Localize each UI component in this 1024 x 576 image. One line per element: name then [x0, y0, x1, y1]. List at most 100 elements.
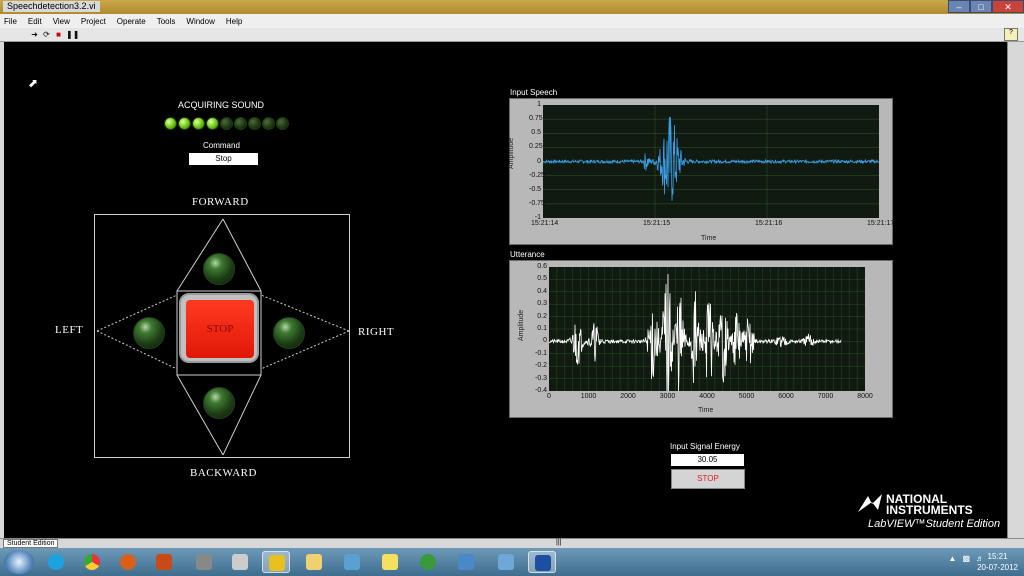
led-indicator [206, 117, 219, 130]
run-continuously-icon[interactable]: ⟳ [42, 30, 51, 39]
acquiring-led-array [164, 117, 289, 130]
x-tick-label: 15:21:14 [531, 220, 559, 227]
taskbar-firefox[interactable] [114, 551, 142, 573]
app-icon [232, 554, 248, 570]
y-tick-label: -0.25 [529, 171, 545, 179]
direction-pad: STOP [94, 214, 350, 458]
menu-help[interactable]: Help [226, 17, 242, 26]
y-tick-label: 0 [537, 157, 541, 165]
utterance-y-axis-label: Amplitude [518, 309, 525, 341]
menu-view[interactable]: View [53, 17, 70, 26]
left-led [133, 317, 165, 349]
utterance-graph: 0.6 0.5 0.4 0.3 0.2 0.1 0 -0.1 -0.2 -0.3 -0.4 0 100… [509, 260, 893, 418]
network-icon[interactable]: ▩ [962, 554, 970, 563]
windows-taskbar: ▲ ▩ ♬ 15:21 20-07-2012 [0, 548, 1024, 576]
command-display: Stop [189, 153, 258, 165]
context-help-icon[interactable]: ? [1004, 28, 1018, 41]
y-tick-label: -0.5 [529, 185, 542, 193]
window-titlebar: Speechdetection3.2.vi – □ ✕ [0, 0, 1024, 14]
taskbar-app13[interactable] [492, 551, 520, 573]
utterance-x-axis-label: Time [698, 407, 714, 414]
matlab-icon [156, 554, 172, 570]
taskbar-utorrent[interactable] [414, 551, 442, 573]
tray-arrow-icon[interactable]: ▲ [949, 554, 957, 563]
minimize-button[interactable]: – [948, 0, 970, 13]
menu-file[interactable]: File [4, 17, 17, 26]
status-bar: Student Edition ||| [0, 538, 1024, 548]
led-indicator [248, 117, 261, 130]
menu-operate[interactable]: Operate [117, 17, 146, 26]
menu-project[interactable]: Project [81, 17, 106, 26]
start-button[interactable] [4, 550, 34, 574]
y-tick-label: 0.5 [531, 129, 541, 137]
input-speech-y-axis-label: Amplitude [508, 137, 515, 169]
taskbar-notes[interactable] [376, 551, 404, 573]
left-label: LEFT [55, 324, 84, 336]
labview-edition-text: LabVIEW™Student Edition [868, 518, 1001, 530]
student-edition-tag: Student Edition [3, 539, 59, 548]
window-title: Speechdetection3.2.vi [3, 1, 100, 12]
acquiring-sound-label: ACQUIRING SOUND [178, 100, 265, 110]
taskbar-chrome[interactable] [78, 551, 106, 573]
utorrent-icon [420, 554, 436, 570]
labview-vi-icon [535, 555, 551, 571]
y-tick-label: -0.1 [535, 349, 548, 357]
run-arrow-icon[interactable]: ➜ [30, 30, 39, 39]
utterance-waveform [548, 267, 865, 405]
taskbar-app6[interactable] [226, 551, 254, 573]
taskbar-skype[interactable] [42, 551, 70, 573]
clock-time: 15:21 [987, 552, 1008, 561]
ni-eagle-icon [858, 494, 882, 512]
abort-icon[interactable]: ■ [54, 30, 63, 39]
taskbar-labview-vi[interactable] [528, 551, 556, 573]
pause-icon[interactable]: ❚❚ [66, 30, 79, 39]
backward-label: BACKWARD [190, 467, 257, 479]
led-indicator [192, 117, 205, 130]
x-tick-label: 6000 [778, 393, 794, 400]
stop-button[interactable]: STOP [179, 293, 259, 363]
horizontal-scroll-thumb[interactable]: ||| [556, 539, 561, 546]
ni-line2: INSTRUMENTS [886, 503, 973, 517]
y-tick-label: 0 [543, 337, 547, 345]
input-speech-waveform [542, 105, 880, 218]
led-indicator [164, 117, 177, 130]
menu-tools[interactable]: Tools [157, 17, 176, 26]
firefox-icon [120, 554, 136, 570]
stop-button-label: STOP [186, 300, 254, 358]
taskbar-app9[interactable] [338, 551, 366, 573]
x-tick-label: 3000 [659, 393, 676, 400]
y-tick-label: -0.2 [535, 362, 548, 370]
taskbar-matlab[interactable] [150, 551, 178, 573]
vertical-scrollbar[interactable] [1007, 42, 1024, 538]
window-controls: – □ ✕ [948, 0, 1024, 14]
maximize-button[interactable]: □ [970, 0, 992, 13]
x-tick-label: 7000 [817, 393, 834, 400]
skype-icon [48, 554, 64, 570]
y-tick-label: 0.4 [537, 287, 547, 295]
main-stop-button[interactable]: STOP [671, 469, 745, 489]
menu-window[interactable]: Window [186, 17, 214, 26]
led-indicator [262, 117, 275, 130]
x-tick-label: 5000 [738, 393, 755, 400]
taskbar-app5[interactable] [190, 551, 218, 573]
close-button[interactable]: ✕ [992, 0, 1024, 13]
y-tick-label: 0.25 [529, 143, 543, 151]
y-tick-label: 0.5 [537, 275, 547, 283]
labview-icon [269, 555, 285, 571]
y-tick-label: -0.75 [529, 199, 545, 207]
input-speech-trace [542, 116, 880, 201]
x-tick-label: 1000 [580, 393, 597, 400]
taskbar-labview[interactable] [262, 551, 290, 573]
input-signal-energy-display: 30.05 [671, 454, 744, 466]
y-tick-label: 0.2 [537, 312, 547, 320]
menu-edit[interactable]: Edit [28, 17, 42, 26]
x-tick-label: 8000 [857, 393, 873, 400]
backward-led [203, 387, 235, 419]
input-speech-plot-area [542, 105, 880, 218]
taskbar-app12[interactable] [452, 551, 480, 573]
taskbar-explorer[interactable] [300, 551, 328, 573]
input-speech-graph: 1 0.75 0.5 0.25 0 -0.25 -0.5 -0.75 -1 15:21:14 15… [508, 98, 894, 245]
clock[interactable]: 15:21 20-07-2012 [977, 551, 1018, 573]
app-icon [458, 554, 474, 570]
input-speech-x-axis-label: Time [701, 235, 717, 242]
